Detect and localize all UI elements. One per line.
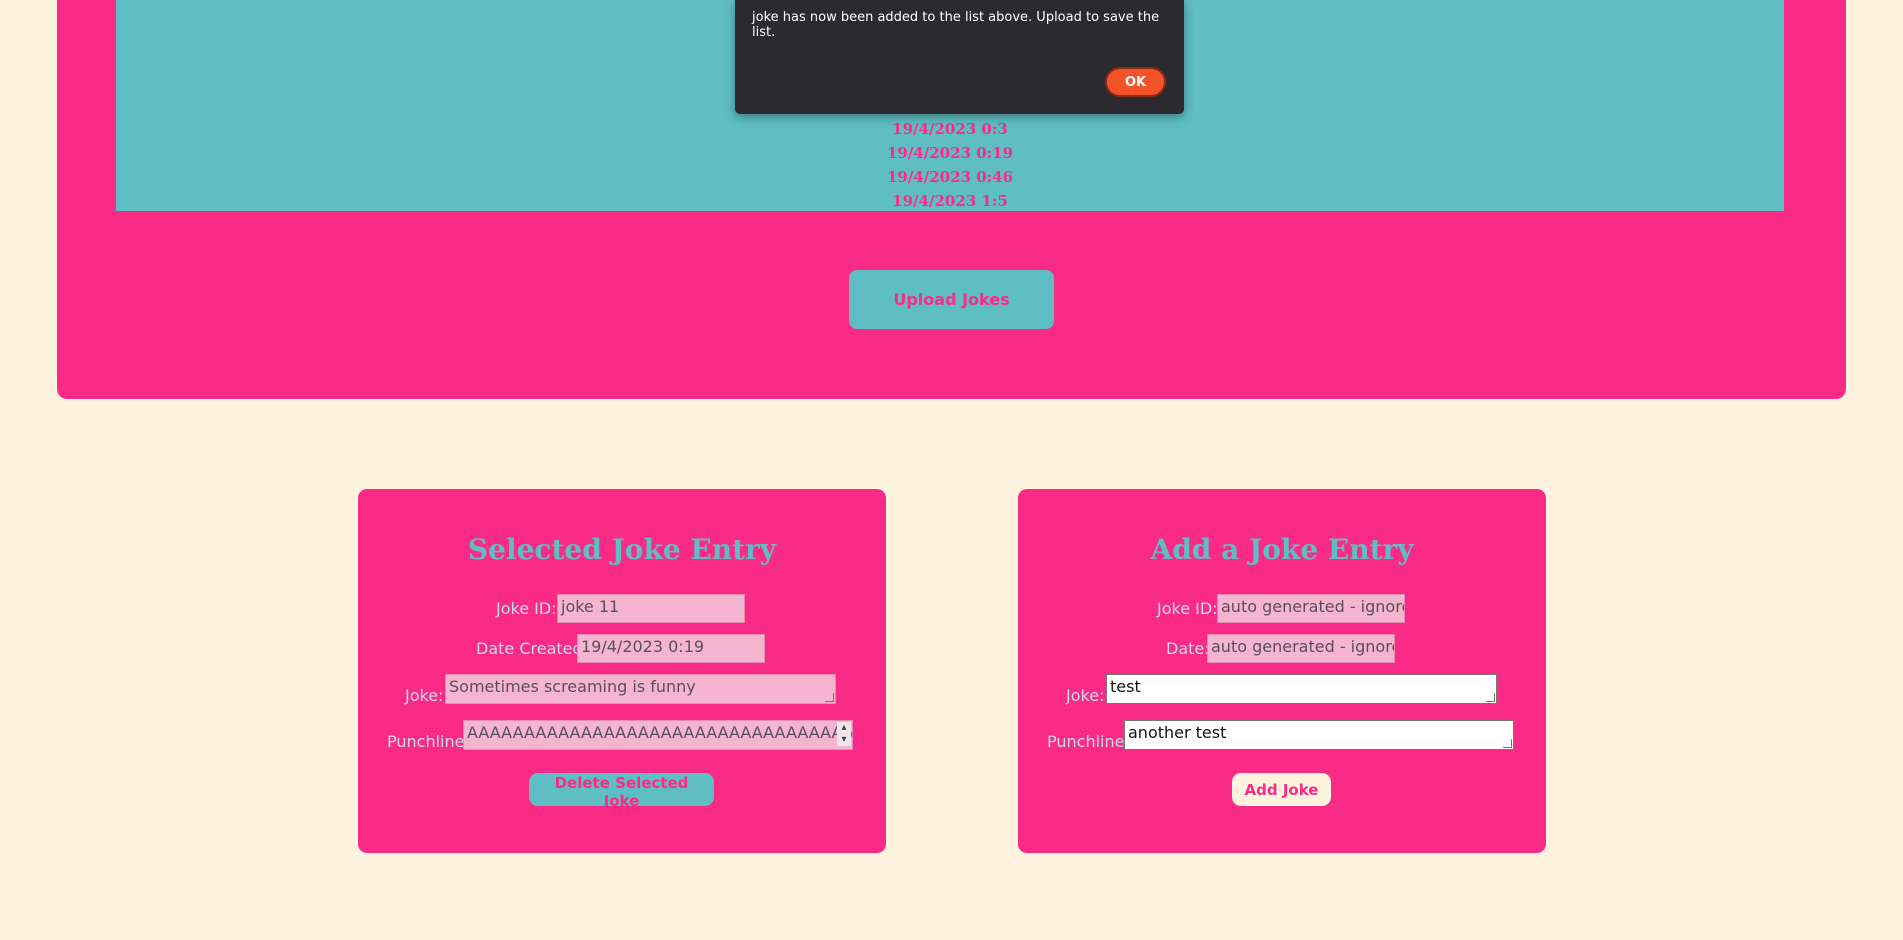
joke-list-dates: 19/4/2023 0:3 19/4/2023 0:19 19/4/2023 0…: [116, 117, 1784, 213]
add-joke-card: Add a Joke Entry Joke ID: auto generated…: [1018, 489, 1546, 853]
alert-message: joke has now been added to the list abov…: [752, 10, 1160, 40]
joke-label: Joke:: [405, 686, 444, 705]
joke-id-field[interactable]: auto generated - ignore: [1217, 594, 1405, 623]
joke-id-label: Joke ID:: [1157, 599, 1218, 618]
punchline-label: Punchline:: [387, 732, 470, 751]
joke-textarea[interactable]: test: [1106, 674, 1497, 704]
selected-joke-title: Selected Joke Entry: [467, 533, 777, 566]
punchline-textarea[interactable]: AAAAAAAAAAAAAAAAAAAAAAAAAAAAAAAAAAAAA ▴ ▾: [463, 720, 853, 750]
punchline-text: AAAAAAAAAAAAAAAAAAAAAAAAAAAAAAAAAAAAA: [467, 723, 853, 742]
joke-textarea[interactable]: Sometimes screaming is funny: [445, 674, 836, 704]
list-item[interactable]: 19/4/2023 0:19: [116, 141, 1784, 165]
ok-button[interactable]: OK: [1105, 67, 1166, 97]
date-created-field[interactable]: 19/4/2023 0:19: [577, 634, 765, 663]
date-field[interactable]: auto generated - ignore: [1207, 634, 1395, 663]
alert-dialog: joke has now been added to the list abov…: [735, 0, 1184, 114]
date-label: Date:: [1166, 639, 1210, 658]
joke-id-label: Joke ID:: [496, 599, 557, 618]
punchline-label: Punchline:: [1047, 732, 1130, 751]
list-item[interactable]: 19/4/2023 0:46: [116, 165, 1784, 189]
punchline-textarea[interactable]: another test: [1124, 720, 1514, 750]
delete-selected-joke-button[interactable]: Delete Selected Joke: [529, 773, 714, 810]
upload-jokes-button[interactable]: Upload Jokes: [849, 270, 1054, 329]
list-item[interactable]: 19/4/2023 1:5: [116, 189, 1784, 213]
scroll-arrows-icon[interactable]: ▴ ▾: [837, 722, 851, 746]
resize-handle-icon[interactable]: [1503, 739, 1512, 748]
resize-handle-icon[interactable]: [825, 693, 834, 702]
add-joke-title: Add a Joke Entry: [1150, 533, 1414, 566]
resize-handle-icon[interactable]: [1486, 693, 1495, 702]
joke-label: Joke:: [1066, 686, 1105, 705]
list-item[interactable]: 19/4/2023 0:3: [116, 117, 1784, 141]
joke-text: test: [1110, 677, 1141, 696]
selected-joke-card: Selected Joke Entry Joke ID: joke 11 Dat…: [358, 489, 886, 853]
add-joke-button[interactable]: Add Joke: [1232, 773, 1331, 806]
joke-text: Sometimes screaming is funny: [449, 677, 696, 696]
punchline-text: another test: [1128, 723, 1227, 742]
date-created-label: Date Created:: [476, 639, 589, 658]
joke-id-field[interactable]: joke 11: [557, 594, 745, 623]
